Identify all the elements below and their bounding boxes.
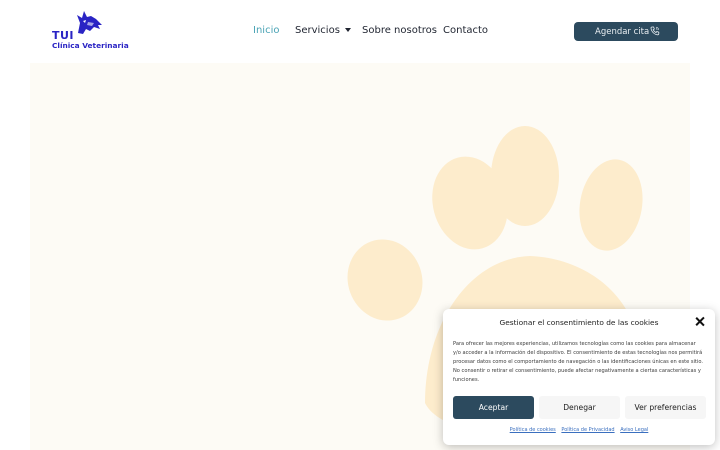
close-icon[interactable] xyxy=(694,316,706,328)
cookie-dialog-text: Para ofrecer las mejores experiencias, u… xyxy=(453,341,703,383)
cookie-dialog-title: Gestionar el consentimiento de las cooki… xyxy=(499,318,659,327)
cookie-policy-link[interactable]: Política de cookies xyxy=(510,427,556,433)
nav-item-servicios[interactable]: Servicios xyxy=(295,25,351,36)
site-header: TUI Clínica Veterinaria Inicio Servicios… xyxy=(0,0,720,62)
cookie-policy-links: Política de cookies Política de Privacid… xyxy=(443,427,715,433)
chevron-down-icon xyxy=(344,28,351,32)
logo[interactable]: TUI Clínica Veterinaria xyxy=(52,9,129,51)
nav-item-sobre-nosotros[interactable]: Sobre nosotros xyxy=(362,25,437,36)
privacy-policy-link[interactable]: Política de Privacidad xyxy=(561,427,614,433)
nav-item-inicio[interactable]: Inicio xyxy=(253,25,279,36)
nav-item-servicios-label: Servicios xyxy=(295,25,340,36)
nav-item-contacto[interactable]: Contacto xyxy=(443,25,488,36)
legal-notice-link[interactable]: Aviso Legal xyxy=(620,427,648,433)
book-appointment-button[interactable]: Agendar cita xyxy=(574,22,678,41)
cookie-consent-dialog: Gestionar el consentimiento de las cooki… xyxy=(443,309,715,445)
phone-icon xyxy=(650,26,660,36)
wolf-icon xyxy=(77,11,102,34)
logo-subtitle: Clínica Veterinaria xyxy=(52,41,129,50)
deny-button[interactable]: Denegar xyxy=(539,396,620,419)
preferences-button[interactable]: Ver preferencias xyxy=(625,396,706,419)
accept-button[interactable]: Aceptar xyxy=(453,396,534,419)
book-appointment-label: Agendar cita xyxy=(595,26,650,37)
